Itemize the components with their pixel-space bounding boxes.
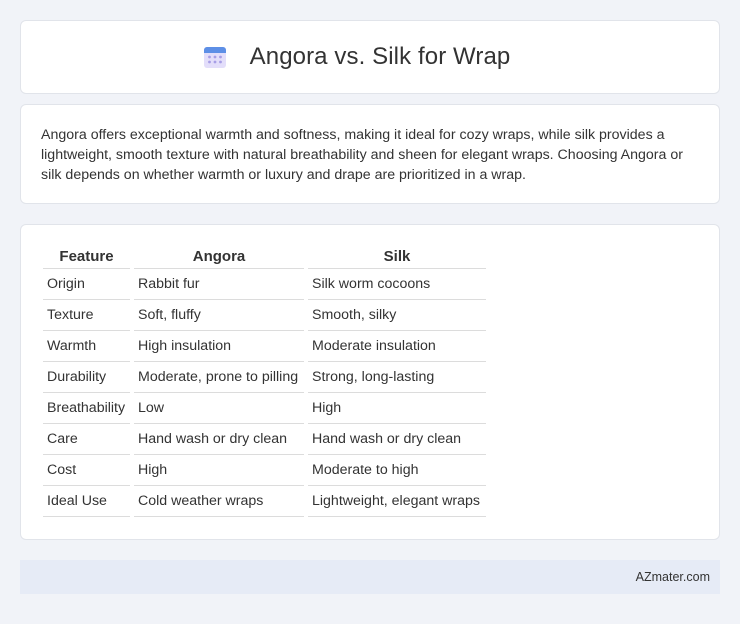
comparison-card: Feature Angora Silk Origin Rabbit fur Silk… bbox=[20, 224, 720, 540]
table-cell: Moderate insulation bbox=[308, 331, 486, 362]
table-cell: Silk worm cocoons bbox=[308, 269, 486, 300]
table-cell: Cost bbox=[43, 455, 130, 486]
table-cell: Ideal Use bbox=[43, 486, 130, 517]
table-row: Texture Soft, fluffy Smooth, silky bbox=[43, 300, 486, 331]
comparison-table: Feature Angora Silk Origin Rabbit fur Silk… bbox=[39, 244, 490, 517]
table-cell: Low bbox=[134, 393, 304, 424]
table-cell: High insulation bbox=[134, 331, 304, 362]
table-row: Durability Moderate, prone to pilling Stro… bbox=[43, 362, 486, 393]
table-row: Origin Rabbit fur Silk worm cocoons bbox=[43, 269, 486, 300]
table-cell: Breathability bbox=[43, 393, 130, 424]
table-cell: Hand wash or dry clean bbox=[134, 424, 304, 455]
table-cell: Moderate, prone to pilling bbox=[134, 362, 304, 393]
table-cell: Origin bbox=[43, 269, 130, 300]
footer-brand: AZmater.com bbox=[635, 570, 710, 584]
table-cell: High bbox=[134, 455, 304, 486]
table-row: Cost High Moderate to high bbox=[43, 455, 486, 486]
header-silk: Silk bbox=[308, 244, 486, 269]
table-cell: Rabbit fur bbox=[134, 269, 304, 300]
table-cell: Soft, fluffy bbox=[134, 300, 304, 331]
table-cell: Moderate to high bbox=[308, 455, 486, 486]
table-cell: Care bbox=[43, 424, 130, 455]
footer-bar: AZmater.com bbox=[20, 560, 720, 594]
table-cell: Warmth bbox=[43, 331, 130, 362]
header-feature: Feature bbox=[43, 244, 130, 269]
table-cell: Strong, long-lasting bbox=[308, 362, 486, 393]
table-cell: Smooth, silky bbox=[308, 300, 486, 331]
table-row: Ideal Use Cold weather wraps Lightweight, … bbox=[43, 486, 486, 517]
table-row: Breathability Low High bbox=[43, 393, 486, 424]
calendar-icon bbox=[203, 47, 226, 68]
page-title: Angora vs. Silk for Wrap bbox=[249, 43, 511, 70]
intro-text: Angora offers exceptional warmth and sof… bbox=[41, 127, 683, 183]
table-cell: Hand wash or dry clean bbox=[308, 424, 486, 455]
table-row: Warmth High insulation Moderate insulation bbox=[43, 331, 486, 362]
intro-card: Angora offers exceptional warmth and sof… bbox=[20, 104, 720, 204]
header-angora: Angora bbox=[134, 244, 304, 269]
table-cell: Cold weather wraps bbox=[134, 486, 304, 517]
table-cell: Lightweight, elegant wraps bbox=[308, 486, 486, 517]
table-row: Care Hand wash or dry clean Hand wash or d… bbox=[43, 424, 486, 455]
table-cell: Durability bbox=[43, 362, 130, 393]
table-cell: High bbox=[308, 393, 486, 424]
header-card: Angora vs. Silk for Wrap bbox=[20, 20, 720, 94]
table-cell: Texture bbox=[43, 300, 130, 331]
table-header-row: Feature Angora Silk bbox=[43, 244, 486, 269]
